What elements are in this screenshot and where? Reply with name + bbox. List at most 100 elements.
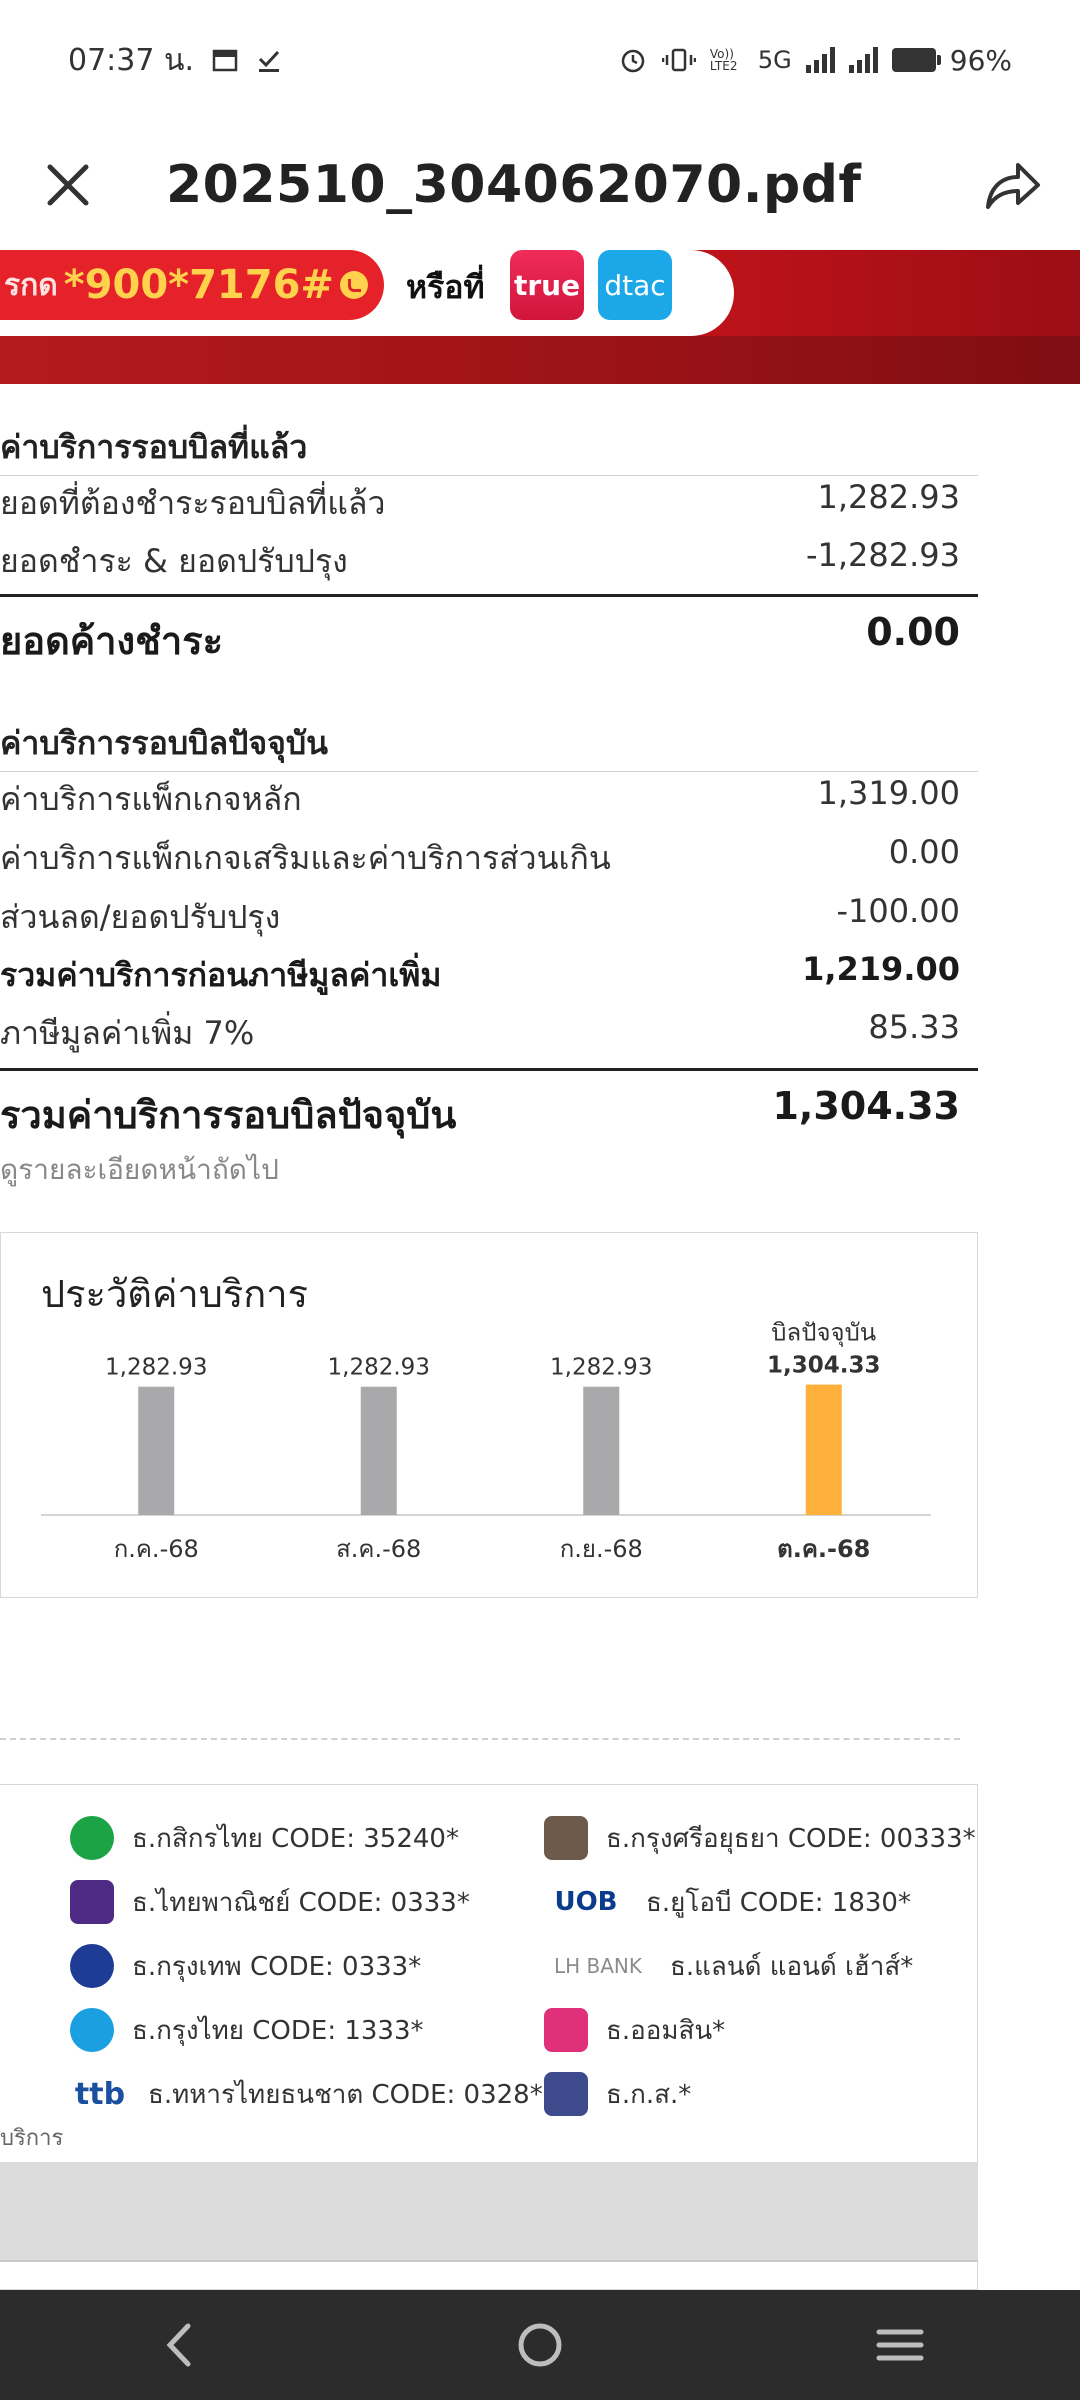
row-label: ยอดที่ต้องชำระรอบบิลที่แล้ว (0, 484, 386, 522)
bank-name: ธ.ออมสิน* (606, 2015, 726, 2046)
bank-name: ธ.กรุงเทพ CODE: 0333* (132, 1951, 422, 1982)
current-row: ส่วนลด/ยอดปรับปรุง -100.00 (0, 892, 960, 943)
signal-icon (805, 47, 835, 73)
volte-label: Vo)) LTE2 (709, 47, 738, 73)
network-label: 5G (757, 46, 792, 74)
row-value: 1,319.00 (817, 774, 961, 812)
row-label: ค่าบริการแพ็กเกจหลัก (0, 780, 302, 818)
battery-percent: 96% (949, 43, 1012, 77)
kbank-icon (70, 1816, 114, 1860)
ktb-icon (70, 2008, 114, 2052)
chart-value-label: 1,282.93 (328, 1355, 430, 1381)
row-label: รวมค่าบริการก่อนภาษีมูลค่าเพิ่ม (0, 956, 442, 994)
download-done-icon (256, 47, 282, 73)
details-note: ดูรายละเอียดหน้าถัดไป (0, 1153, 279, 1186)
status-time: 07:37 น. (68, 42, 195, 78)
true-logo: true (510, 250, 584, 320)
home-icon (518, 2323, 562, 2367)
banner-bottom-strip (0, 336, 1080, 384)
chart-bar (583, 1386, 620, 1515)
alarm-icon (618, 45, 648, 75)
bank-item: ธ.กรุงศรีอยุธยา CODE: 00333* (544, 1816, 976, 1860)
ussd-prefix: รกด (4, 267, 58, 303)
banks-footer-text: บริการ (0, 2126, 64, 2151)
outstanding-value: 0.00 (866, 610, 960, 654)
current-total-label: รวมค่าบริการรอบบิลปัจจุบัน (0, 1093, 457, 1137)
back-button[interactable] (140, 2305, 220, 2385)
app-bar: 202510_304062070.pdf (0, 120, 1080, 250)
outstanding-label: ยอดค้างชำระ (0, 619, 224, 663)
bank-name: ธ.ก.ส.* (606, 2079, 692, 2110)
row-value: 1,219.00 (802, 950, 960, 988)
previous-row: ยอดชำระ & ยอดปรับปรุง -1,282.93 (0, 536, 960, 587)
current-row: ค่าบริการแพ็กเกจเสริมและค่าบริการส่วนเกิ… (0, 833, 960, 884)
share-icon (986, 163, 1040, 209)
chart-category-label: ส.ค.-68 (336, 1535, 421, 1563)
recents-button[interactable] (860, 2305, 940, 2385)
billing-history-chart: ประวัติค่าบริการ 1,282.93 ก.ค.-68 1,282.93… (0, 1232, 978, 1598)
baac-icon (544, 2072, 588, 2116)
share-button[interactable] (980, 153, 1044, 217)
calendar-icon (212, 47, 238, 73)
bank-name: ธ.กรุงไทย CODE: 1333* (132, 2015, 424, 2046)
signal-icon-2 (848, 47, 878, 73)
home-button[interactable] (500, 2305, 580, 2385)
gray-band (0, 2162, 978, 2260)
row-label: ค่าบริการแพ็กเกจเสริมและค่าบริการส่วนเกิ… (0, 839, 611, 877)
chart-bar (805, 1384, 842, 1515)
bank-item: ธ.กสิกรไทย CODE: 35240* (70, 1816, 459, 1860)
krungsri-icon (544, 1816, 588, 1860)
bank-name: ธ.กสิกรไทย CODE: 35240* (132, 1823, 459, 1854)
bank-item: ธ.ไทยพาณิชย์ CODE: 0333* (70, 1880, 470, 1924)
row-label: ภาษีมูลค่าเพิ่ม 7% (0, 1014, 255, 1052)
ussd-pill: รกด *900*7176# (0, 250, 384, 320)
band-divider (0, 2260, 978, 2262)
bank-name: ธ.ไทยพาณิชย์ CODE: 0333* (132, 1887, 470, 1918)
pdf-page[interactable]: รกด *900*7176# หรือที่ true dtac ค่าบริก… (0, 250, 1080, 2290)
bank-item: ธ.กรุงเทพ CODE: 0333* (70, 1944, 421, 1988)
ussd-code: *900*7176# (63, 262, 334, 308)
row-value: -1,282.93 (805, 536, 960, 574)
menu-icon (876, 2329, 924, 2361)
bank-name: ธ.กรุงศรีอยุธยา CODE: 00333* (606, 1823, 976, 1854)
gsb-icon (544, 2008, 588, 2052)
chart-value-label: 1,282.93 (105, 1355, 207, 1381)
current-row: ค่าบริการแพ็กเกจหลัก 1,319.00 (0, 774, 960, 825)
chart-value-label: 1,282.93 (550, 1355, 652, 1381)
vibrate-icon (661, 47, 696, 73)
status-bar: 07:37 น. Vo)) LTE2 5G 96% (0, 0, 1080, 120)
phone-icon (339, 271, 368, 299)
ttb-icon: ttb (74, 2076, 126, 2112)
previous-cycle-title: ค่าบริการรอบบิลที่แล้ว (0, 422, 978, 476)
bank-item: ธ.ก.ส.* (544, 2072, 691, 2116)
divider-line (0, 594, 978, 597)
bank-name: ธ.ยูโอบี CODE: 1830* (646, 1887, 911, 1918)
row-value: 85.33 (868, 1008, 960, 1046)
current-total-row: รวมค่าบริการรอบบิลปัจจุบัน 1,304.33 (0, 1084, 960, 1145)
lhbank-icon: LH BANK (553, 1954, 643, 1978)
row-label: ยอดชำระ & ยอดปรับปรุง (0, 542, 348, 580)
battery-icon (891, 48, 941, 72)
chart-category-label: ต.ค.-68 (777, 1535, 870, 1563)
current-total-value: 1,304.33 (772, 1084, 960, 1128)
current-cycle-title: ค่าบริการรอบบิลปัจจุบัน (0, 718, 978, 772)
row-value: 0.00 (888, 833, 960, 871)
document-title: 202510_304062070.pdf (166, 155, 862, 215)
bbl-icon (70, 1944, 114, 1988)
bank-item: LH BANK ธ.แลนด์ แอนด์ เฮ้าส์* (544, 1944, 913, 1988)
close-button[interactable] (40, 157, 96, 213)
row-value: -100.00 (836, 892, 960, 930)
previous-row: ยอดที่ต้องชำระรอบบิลที่แล้ว 1,282.93 (0, 478, 960, 529)
chart-current-label: บิลปัจจุบัน (771, 1319, 876, 1348)
back-icon (166, 2323, 191, 2367)
chart-category-label: ก.ค.-68 (114, 1535, 199, 1563)
system-nav-bar (0, 2290, 1080, 2400)
bank-name: ธ.แลนด์ แอนด์ เฮ้าส์* (670, 1951, 914, 1982)
row-value: 1,282.93 (817, 478, 961, 516)
vat-row: ภาษีมูลค่าเพิ่ม 7% 85.33 (0, 1008, 960, 1059)
chart-bar (138, 1386, 175, 1515)
close-icon (47, 164, 89, 206)
row-label: ส่วนลด/ยอดปรับปรุง (0, 898, 281, 936)
chart-value-label: 1,304.33 (767, 1353, 881, 1379)
chart-category-label: ก.ย.-68 (560, 1535, 643, 1563)
